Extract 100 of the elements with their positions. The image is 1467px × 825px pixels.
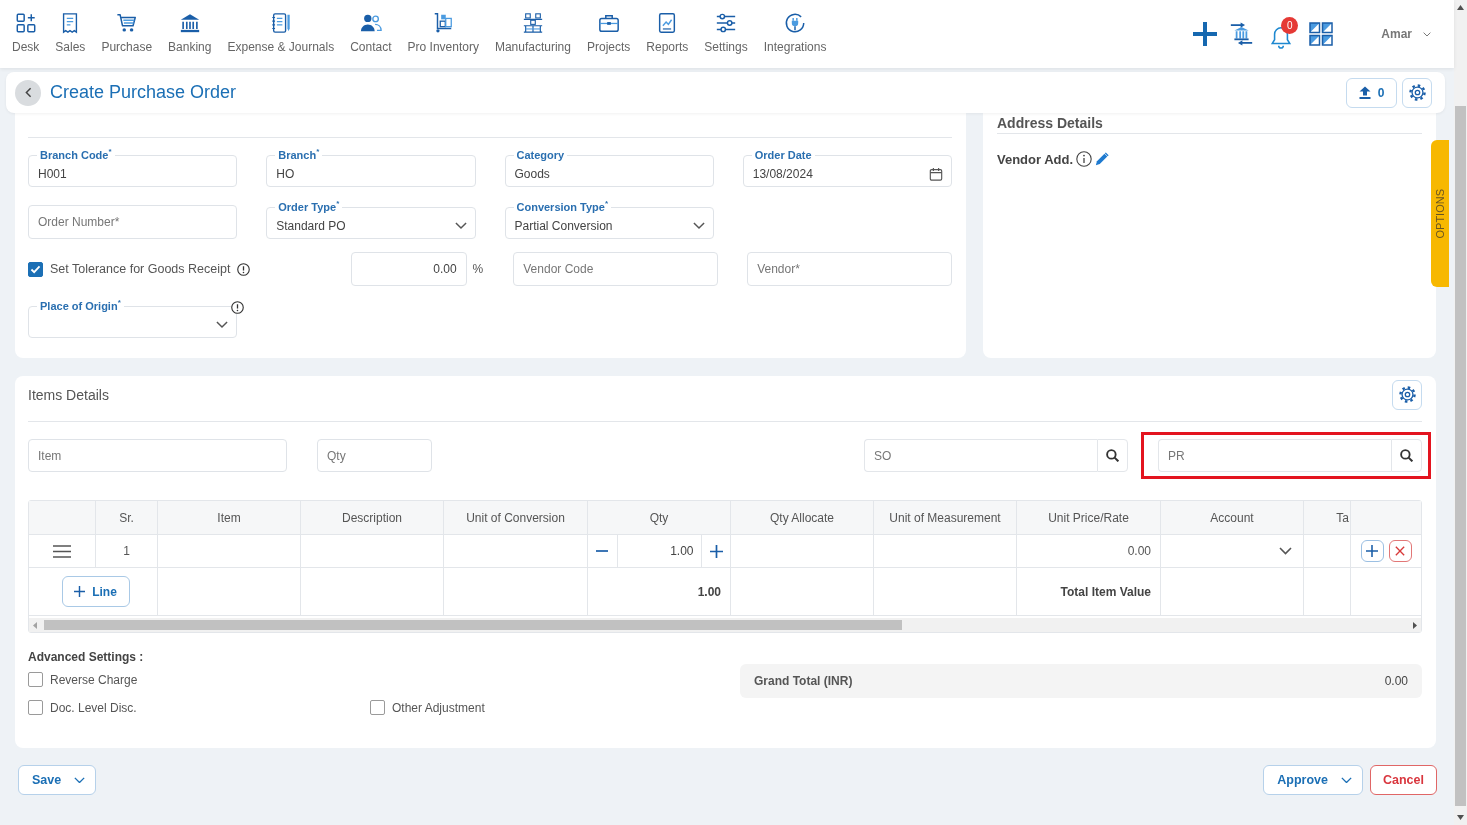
input-field[interactable]: Order Number*	[28, 205, 238, 239]
search-button[interactable]	[1097, 439, 1128, 472]
input-field[interactable]: Branch$^{*}$ HO	[266, 148, 476, 187]
chevron-down-icon	[216, 321, 229, 329]
scroll-up-icon[interactable]	[1457, 5, 1464, 10]
close-icon	[1395, 546, 1405, 556]
action-button[interactable]: Approve	[1263, 765, 1363, 795]
settings-icon	[1398, 386, 1416, 403]
column-header: Qty Allocate	[731, 501, 874, 534]
upload-icon	[1358, 86, 1371, 99]
settings-button[interactable]	[1402, 77, 1432, 108]
nav-item[interactable]: Manufacturing	[486, 0, 579, 54]
nav-item[interactable]: Expense & Journals	[219, 0, 343, 54]
notification-badge: 0	[1281, 17, 1299, 34]
nav-item[interactable]: Sales	[47, 0, 94, 54]
input-field[interactable]: Vendor*	[747, 252, 952, 286]
field-label: Order Type$^{*}$	[277, 200, 341, 214]
input-field[interactable]: Item	[28, 439, 287, 472]
input-field[interactable]: Vendor Code	[513, 252, 719, 286]
pencil-icon[interactable]	[1095, 152, 1110, 166]
table-cell: 1	[96, 535, 158, 567]
nav-item[interactable]: Integrations	[755, 0, 835, 54]
nav-item[interactable]: Pro Inventory	[399, 0, 487, 54]
calendar-icon	[929, 167, 943, 181]
search-field[interactable]: PR	[1158, 439, 1391, 472]
options-tab[interactable]: OPTIONS	[1431, 140, 1449, 287]
field-label: Branch$^{*}$	[277, 148, 321, 162]
plus-icon	[709, 544, 723, 558]
chevron-left-icon	[24, 87, 32, 98]
nav-item[interactable]: Reports	[638, 0, 697, 54]
column-header: Unit Price/Rate	[1017, 501, 1161, 534]
settings-button[interactable]	[1392, 379, 1422, 410]
check-icon	[30, 264, 41, 274]
input-field[interactable]: Category Goods	[504, 148, 714, 187]
action-button[interactable]: Save	[18, 765, 97, 795]
add-row-button[interactable]	[1360, 540, 1384, 562]
back-button[interactable]	[15, 79, 41, 106]
people-icon	[359, 12, 382, 34]
column-header: Unit of Conversion	[444, 501, 588, 534]
field-label: Branch Code$^{*}$	[39, 148, 113, 162]
dropdown-field[interactable]: Conversion Type$^{*}$ Partial Conversion	[504, 200, 714, 239]
delete-row-button[interactable]	[1388, 540, 1412, 562]
scrollbar-thumb[interactable]	[1455, 106, 1466, 806]
plus-icon	[1366, 545, 1378, 557]
grid-plus-icon	[14, 12, 37, 34]
search-icon	[1400, 449, 1413, 462]
checkbox[interactable]	[28, 672, 43, 687]
column-header: Unit of Measurement	[874, 501, 1017, 534]
search-icon	[1106, 449, 1119, 462]
input-field[interactable]: Branch Code$^{*}$ H001	[28, 148, 238, 187]
column-header: Qty	[588, 501, 731, 534]
add-line-button[interactable]: Line	[61, 576, 130, 607]
notifications-button[interactable]: 0	[1268, 17, 1299, 51]
search-field[interactable]: SO	[864, 439, 1097, 472]
hand-truck-icon	[432, 12, 455, 34]
info-icon	[1076, 151, 1093, 167]
notebook-icon	[269, 12, 292, 34]
chevron-down-icon	[1341, 776, 1352, 784]
nav-item[interactable]: Contact	[342, 0, 400, 54]
minus-icon	[596, 550, 608, 552]
date-field[interactable]: Order Date 13/08/2024	[742, 148, 952, 187]
plug-icon	[784, 12, 807, 34]
attachments-button[interactable]: 0	[1346, 77, 1397, 108]
nav-item[interactable]: Projects	[578, 0, 639, 54]
grid-icon[interactable]	[1309, 22, 1334, 46]
bank-transfer-icon[interactable]	[1229, 22, 1255, 46]
percent-field[interactable]: 0.00	[350, 252, 467, 286]
menu-icon[interactable]	[53, 544, 71, 558]
action-button[interactable]: Cancel	[1370, 765, 1437, 795]
chevron-down-icon	[1279, 546, 1292, 555]
briefcase-icon	[597, 12, 620, 34]
checkbox[interactable]	[28, 261, 43, 277]
plus-icon[interactable]	[1192, 21, 1219, 47]
checkbox-label: Set Tolerance for Goods Receipt	[50, 262, 231, 276]
column-header: Account	[1161, 501, 1304, 534]
search-button[interactable]	[1391, 439, 1422, 472]
nav-item[interactable]: Desk	[4, 0, 48, 54]
table-cell: 0.00	[1017, 535, 1161, 567]
checkbox[interactable]	[370, 700, 385, 715]
scrollbar-thumb[interactable]	[44, 620, 902, 630]
input-field[interactable]: Qty	[317, 439, 432, 472]
checkbox-label: Reverse Charge	[50, 672, 138, 687]
sliders-icon	[715, 12, 738, 34]
nav-item[interactable]: Banking	[160, 0, 220, 54]
table-cell: 1.00	[588, 568, 731, 615]
nav-item[interactable]: Purchase	[93, 0, 161, 54]
quantity-field[interactable]: 1.00	[616, 535, 702, 567]
user-menu[interactable]: Amar	[1381, 27, 1431, 41]
dropdown-field[interactable]: Order Type$^{*}$ Standard PO	[266, 200, 476, 239]
checkbox-label: Doc. Level Disc.	[50, 700, 137, 715]
rack-icon	[521, 12, 544, 34]
checkbox[interactable]	[28, 700, 43, 715]
table-cell: Total Item Value	[1017, 568, 1161, 615]
scroll-right-icon[interactable]	[1413, 621, 1417, 629]
chevron-down-icon	[74, 776, 86, 784]
nav-item[interactable]: Settings	[696, 0, 756, 54]
cart-icon	[115, 12, 138, 34]
field-label: Category	[515, 148, 566, 162]
settings-icon	[1408, 84, 1426, 101]
scroll-down-icon[interactable]	[1457, 815, 1464, 820]
